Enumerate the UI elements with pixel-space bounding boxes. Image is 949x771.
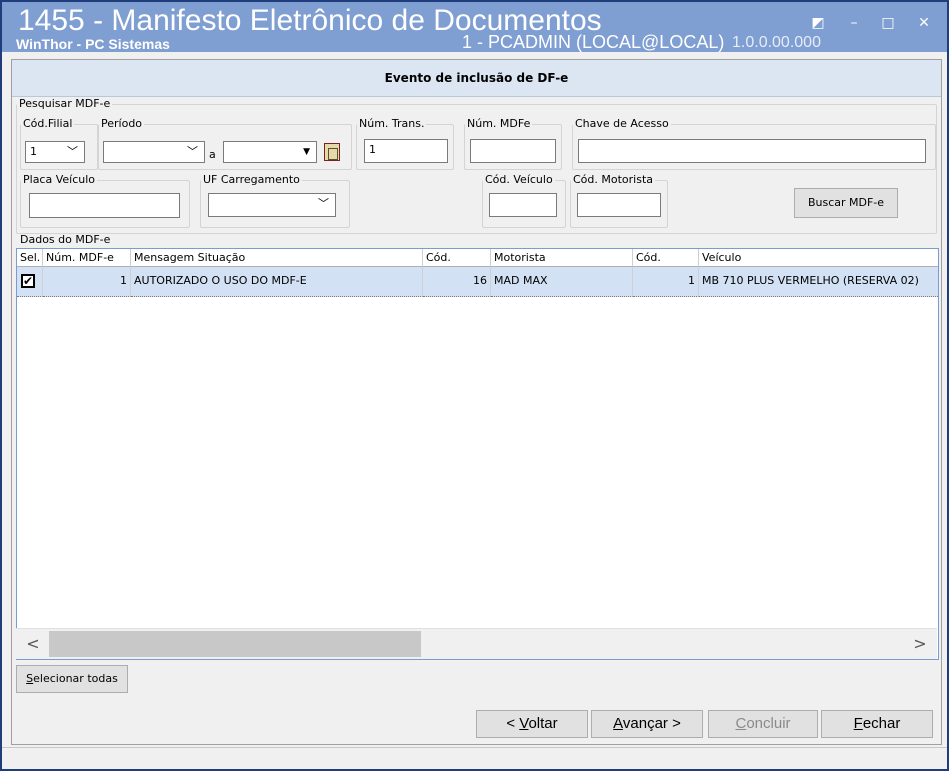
- cell-mensagem[interactable]: AUTORIZADO O USO DO MDF-E: [131, 267, 423, 297]
- mdfe-table: Sel. Núm. MDF-e Mensagem Situação Cód. M…: [16, 248, 939, 660]
- scroll-thumb[interactable]: [49, 631, 421, 657]
- version-info: 1.0.0.00.000: [732, 34, 821, 51]
- main-window: 1455 - Manifesto Eletrônico de Documento…: [0, 0, 949, 771]
- uf-label: UF Carregamento: [203, 173, 300, 186]
- status-bar: [2, 747, 947, 769]
- placa-label: Placa Veículo: [23, 173, 96, 186]
- fechar-accel: F: [853, 715, 863, 732]
- select-all-label: elecionar todas: [33, 672, 118, 685]
- column-header-cod-motorista[interactable]: Cód.: [423, 249, 491, 267]
- user-info: 1 - PCADMIN (LOCAL@LOCAL): [462, 32, 725, 52]
- fechar-label: echar: [862, 715, 901, 732]
- content-frame: Evento de inclusão de DF-e Pesquisar MDF…: [11, 59, 942, 745]
- cell-cod-motorista[interactable]: 16: [423, 267, 491, 297]
- num-trans-label: Núm. Trans.: [359, 117, 425, 130]
- scroll-left-icon[interactable]: <: [18, 631, 48, 657]
- cell-cod-veiculo[interactable]: 1: [633, 267, 699, 297]
- table-row[interactable]: ✔: [17, 267, 43, 297]
- num-mdfe-label: Núm. MDFe: [467, 117, 531, 130]
- chave-label: Chave de Acesso: [575, 117, 669, 130]
- num-mdfe-input[interactable]: [470, 139, 556, 163]
- periodo-end-select[interactable]: ▼: [223, 141, 317, 163]
- chevron-down-icon: ﹀: [318, 197, 329, 210]
- row-checkbox[interactable]: ✔: [21, 274, 35, 288]
- column-header-veiculo[interactable]: Veículo: [699, 249, 938, 267]
- num-trans-input[interactable]: 1: [364, 139, 448, 163]
- select-all-button[interactable]: Selecionar todas: [16, 665, 128, 693]
- uf-select[interactable]: ﹀: [208, 193, 336, 217]
- avancar-label: vançar >: [622, 715, 681, 732]
- periodo-separator: a: [209, 148, 216, 161]
- periodo-label: Período: [101, 117, 143, 130]
- avancar-accel: A: [613, 715, 623, 732]
- title-bar[interactable]: 1455 - Manifesto Eletrônico de Documento…: [2, 2, 947, 52]
- concluir-accel: C: [735, 715, 747, 732]
- close-icon[interactable]: ✕: [914, 14, 934, 32]
- search-group-label: Pesquisar MDF-e: [19, 97, 111, 110]
- filial-select[interactable]: 1 ﹀: [25, 141, 85, 163]
- cell-motorista[interactable]: MAD MAX: [491, 267, 633, 297]
- column-header-sel[interactable]: Sel.: [17, 249, 43, 267]
- cod-motorista-label: Cód. Motorista: [573, 173, 654, 186]
- scroll-right-icon[interactable]: >: [905, 631, 935, 657]
- column-header-cod-veiculo[interactable]: Cód.: [633, 249, 699, 267]
- placa-input[interactable]: [29, 193, 180, 218]
- periodo-start-select[interactable]: ﹀: [103, 141, 205, 163]
- filial-value: 1: [30, 145, 37, 158]
- dados-group-label: Dados do MDF-e: [20, 233, 111, 246]
- concluir-button[interactable]: Concluir: [708, 710, 818, 738]
- voltar-button[interactable]: < Voltar: [476, 710, 588, 738]
- minimize-icon[interactable]: –: [844, 14, 864, 32]
- dropdown-arrow-icon: ▼: [303, 147, 310, 157]
- buscar-mdfe-button[interactable]: Buscar MDF-e: [794, 188, 898, 218]
- chevron-down-icon: ﹀: [187, 145, 198, 158]
- cell-veiculo[interactable]: MB 710 PLUS VERMELHO (RESERVA 02): [699, 267, 938, 297]
- maximize-icon[interactable]: □: [878, 14, 898, 32]
- chave-input[interactable]: [578, 139, 926, 163]
- voltar-label: oltar: [528, 715, 558, 732]
- column-header-mensagem[interactable]: Mensagem Situação: [131, 249, 423, 267]
- fechar-button[interactable]: Fechar: [821, 710, 933, 738]
- filial-label: Cód.Filial: [23, 117, 73, 130]
- column-header-num-mdfe[interactable]: Núm. MDF-e: [43, 249, 131, 267]
- column-header-motorista[interactable]: Motorista: [491, 249, 633, 267]
- page-title: Evento de inclusão de DF-e: [12, 60, 941, 97]
- app-name: WinThor - PC Sistemas: [16, 36, 170, 52]
- cell-num-mdfe[interactable]: 1: [43, 267, 131, 297]
- avancar-button[interactable]: Avançar >: [591, 710, 703, 738]
- concluir-label: oncluir: [746, 715, 791, 732]
- cod-veiculo-input[interactable]: [489, 193, 557, 217]
- cod-motorista-input[interactable]: [577, 193, 661, 217]
- calendar-icon[interactable]: [324, 143, 340, 161]
- voltar-prefix: <: [506, 715, 520, 732]
- restore-icon[interactable]: ◩: [808, 14, 828, 32]
- cod-veiculo-label: Cód. Veículo: [485, 173, 553, 186]
- horizontal-scrollbar[interactable]: < >: [16, 628, 937, 659]
- chevron-down-icon: ﹀: [67, 145, 78, 158]
